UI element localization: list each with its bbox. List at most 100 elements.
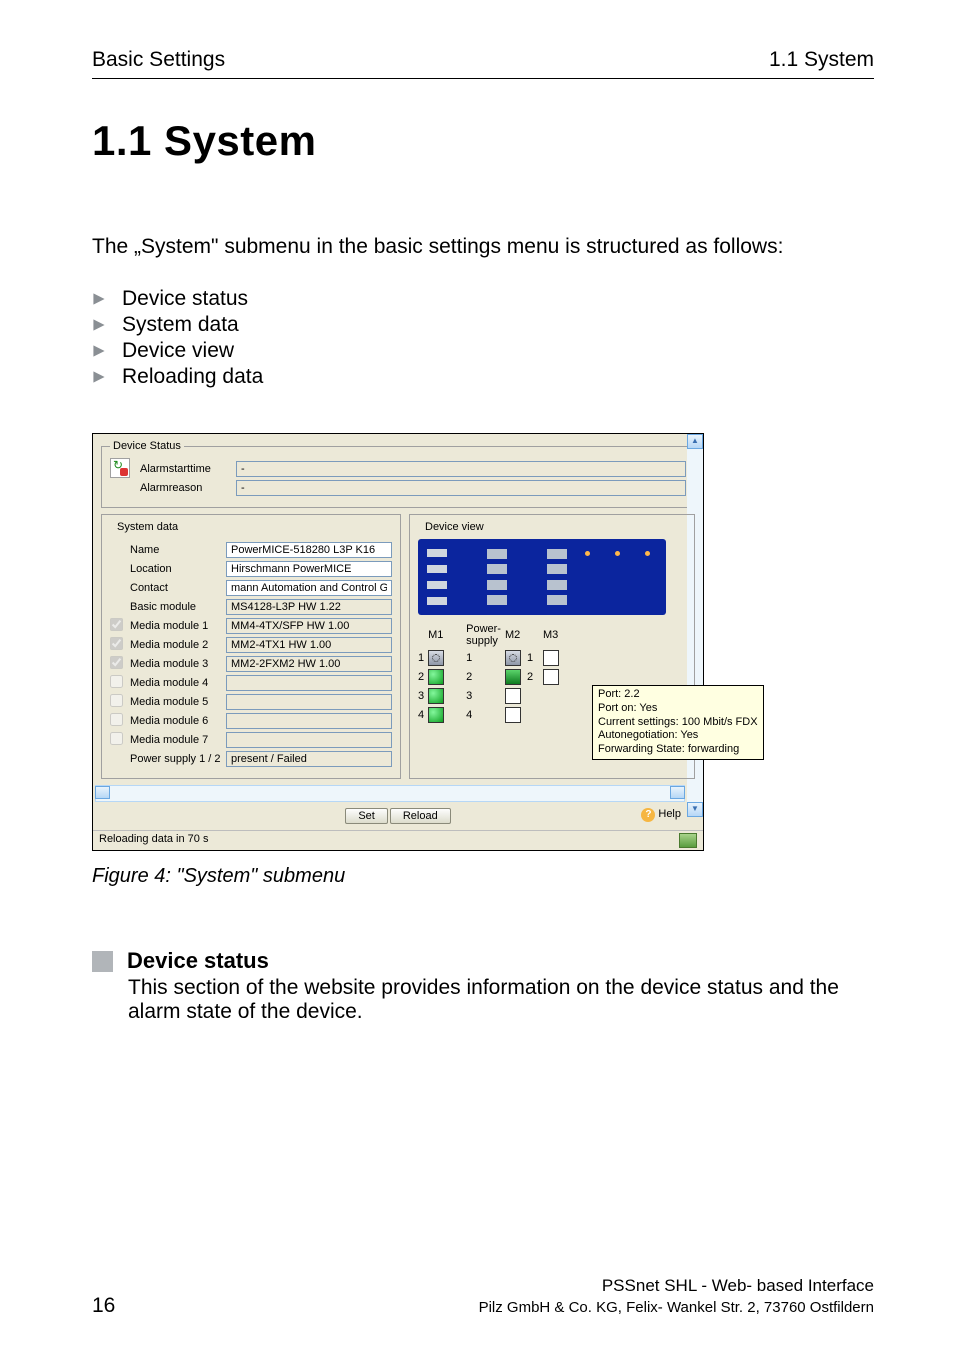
bullet-label: Reloading data [122, 365, 263, 389]
media-module-field [226, 618, 392, 634]
media-module-field [226, 656, 392, 672]
refresh-alert-icon [110, 458, 130, 478]
port-m1-2[interactable] [428, 669, 444, 685]
figure-screenshot: ▲ ▼ Device Status Alarmstarttime Alarmre… [92, 433, 704, 851]
system-data-legend: System data [114, 521, 181, 533]
tooltip-line: Current settings: 100 Mbit/s FDX [598, 716, 758, 730]
triangle-right-icon [92, 370, 122, 384]
tooltip-line: Port: 2.2 [598, 688, 758, 702]
alarm-reason-field [236, 480, 686, 496]
tooltip-line: Forwarding State: forwarding [598, 743, 758, 757]
media-module-row: Media module 4 [110, 675, 392, 691]
basic-module-label: Basic module [130, 601, 226, 613]
media-module-checkbox[interactable] [110, 675, 123, 688]
doc-title: PSSnet SHL - Web- based Interface [602, 1276, 874, 1295]
row-index: 2 [527, 671, 539, 683]
name-label: Name [130, 544, 226, 556]
row-index: 4 [418, 709, 424, 721]
m1-header: M1 [428, 629, 446, 641]
section-heading: Device status [127, 948, 269, 974]
bullet-label: Device status [122, 287, 248, 311]
bullet-item: System data [92, 313, 874, 337]
port-m3-1[interactable] [543, 650, 559, 666]
media-module-field [226, 713, 392, 729]
tooltip-line: Port on: Yes [598, 702, 758, 716]
media-module-checkbox[interactable] [110, 713, 123, 726]
basic-module-field [226, 599, 392, 615]
device-status-legend: Device Status [110, 440, 184, 452]
page-title: 1.1 System [92, 117, 874, 165]
media-module-label: Media module 2 [130, 639, 226, 651]
set-button[interactable]: Set [345, 808, 388, 824]
m2-header: M2 [505, 629, 523, 641]
port-m1-1[interactable] [428, 650, 444, 666]
port-m2-3[interactable] [505, 688, 521, 704]
location-field[interactable] [226, 561, 392, 577]
power-header: Power- supply [466, 623, 501, 647]
name-field[interactable] [226, 542, 392, 558]
device-view-legend: Device view [422, 521, 487, 533]
media-module-field [226, 732, 392, 748]
alarm-starttime-field [236, 461, 686, 477]
tooltip-line: Autonegotiation: Yes [598, 729, 758, 743]
triangle-right-icon [92, 344, 122, 358]
location-label: Location [130, 563, 226, 575]
media-module-row: Media module 2 [110, 637, 392, 653]
media-module-label: Media module 4 [130, 677, 226, 689]
reload-button[interactable]: Reload [390, 808, 451, 824]
page-number: 16 [92, 1294, 115, 1318]
bullet-item: Device status [92, 287, 874, 311]
horizontal-scrollbar[interactable] [95, 785, 685, 802]
m3-header: M3 [543, 629, 561, 641]
bullet-item: Device view [92, 339, 874, 363]
media-module-field [226, 637, 392, 653]
media-module-label: Media module 3 [130, 658, 226, 670]
media-module-label: Media module 7 [130, 734, 226, 746]
media-module-row: Media module 5 [110, 694, 392, 710]
media-module-checkbox[interactable] [110, 732, 123, 745]
contact-label: Contact [130, 582, 226, 594]
power-supply-field [226, 751, 392, 767]
alarm-reason-label: Alarmreason [140, 482, 236, 494]
row-index: 3 [466, 690, 501, 702]
alarm-starttime-label: Alarmstarttime [140, 463, 236, 475]
media-module-checkbox[interactable] [110, 637, 123, 650]
intro-text: The „System" submenu in the basic settin… [92, 235, 874, 259]
port-m3-2[interactable] [543, 669, 559, 685]
port-m2-1[interactable] [505, 650, 521, 666]
figure-caption: Figure 4: "System" submenu [92, 865, 874, 888]
power-supply-label: Power supply 1 / 2 [130, 753, 226, 765]
row-index: 1 [418, 652, 424, 664]
media-module-row: Media module 7 [110, 732, 392, 748]
row-index: 1 [466, 652, 501, 664]
media-module-field [226, 694, 392, 710]
bullet-label: Device view [122, 339, 234, 363]
row-index: 2 [418, 671, 424, 683]
help-link[interactable]: ?Help [641, 808, 681, 822]
media-module-label: Media module 1 [130, 620, 226, 632]
triangle-right-icon [92, 292, 122, 306]
header-right: 1.1 System [769, 48, 874, 72]
port-m1-3[interactable] [428, 688, 444, 704]
status-icon [679, 833, 697, 848]
section-square-icon [92, 951, 113, 972]
media-module-checkbox[interactable] [110, 618, 123, 631]
port-m2-2[interactable] [505, 669, 521, 685]
media-module-field [226, 675, 392, 691]
scroll-up-icon[interactable]: ▲ [687, 434, 703, 449]
triangle-right-icon [92, 318, 122, 332]
row-index: 2 [466, 671, 501, 683]
contact-field[interactable] [226, 580, 392, 596]
reload-status: Reloading data in 70 s [99, 833, 208, 848]
media-module-label: Media module 6 [130, 715, 226, 727]
port-m2-4[interactable] [505, 707, 521, 723]
row-index: 3 [418, 690, 424, 702]
media-module-checkbox[interactable] [110, 694, 123, 707]
system-data-group: System data Name Location Contact [101, 514, 401, 779]
port-m1-4[interactable] [428, 707, 444, 723]
device-view-group: Device view M1 Power- supply M2 M3 [409, 514, 695, 779]
media-module-row: Media module 1 [110, 618, 392, 634]
media-module-label: Media module 5 [130, 696, 226, 708]
media-module-checkbox[interactable] [110, 656, 123, 669]
media-module-row: Media module 3 [110, 656, 392, 672]
